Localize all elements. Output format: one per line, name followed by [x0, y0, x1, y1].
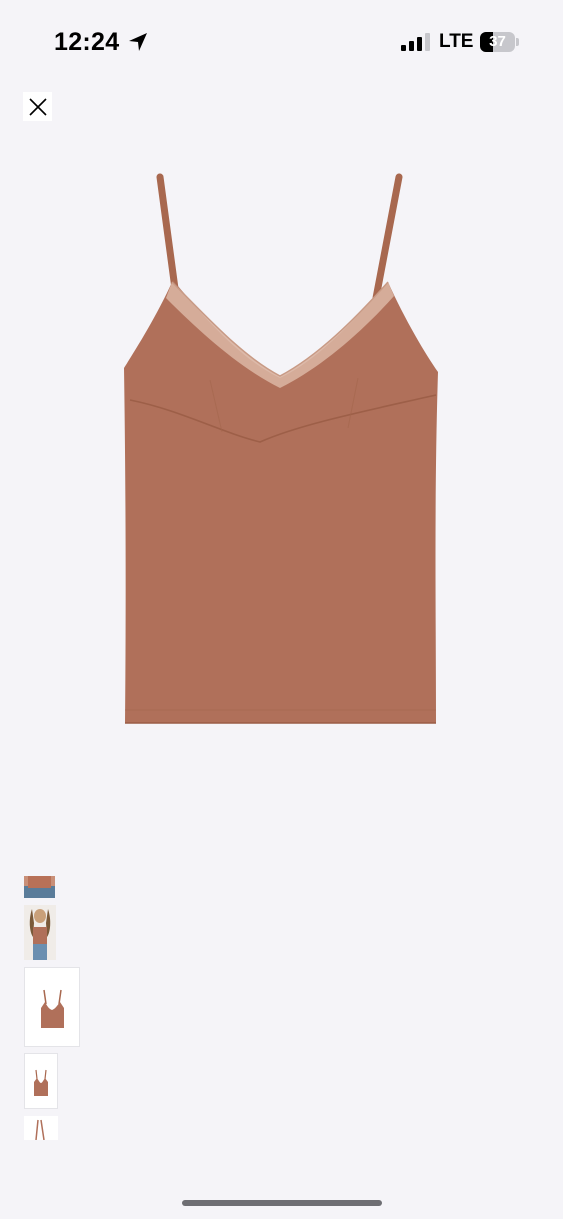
- product-image-viewer: 12:24 LTE 37: [0, 0, 563, 1219]
- gallery-thumbnail-2[interactable]: [24, 905, 56, 960]
- battery-level: 37: [489, 33, 506, 50]
- location-arrow-icon: [129, 33, 147, 51]
- gallery-thumbnail-4[interactable]: [24, 1053, 58, 1109]
- cellular-signal-icon: [401, 33, 430, 51]
- close-icon: [28, 97, 47, 116]
- close-button[interactable]: [23, 92, 52, 121]
- network-type-label: LTE: [439, 31, 474, 52]
- battery-tip: [516, 38, 519, 46]
- battery-body: 37: [480, 32, 515, 52]
- gallery-thumbnail-1[interactable]: [24, 876, 55, 898]
- status-bar: 12:24 LTE 37: [0, 0, 563, 84]
- product-main-image[interactable]: [110, 170, 455, 740]
- status-time: 12:24: [54, 28, 120, 56]
- gallery-thumbnail-5[interactable]: [24, 1116, 58, 1140]
- gallery-thumbnail-3-selected[interactable]: [24, 967, 80, 1047]
- home-indicator[interactable]: [182, 1200, 382, 1206]
- battery-icon: 37: [480, 32, 520, 52]
